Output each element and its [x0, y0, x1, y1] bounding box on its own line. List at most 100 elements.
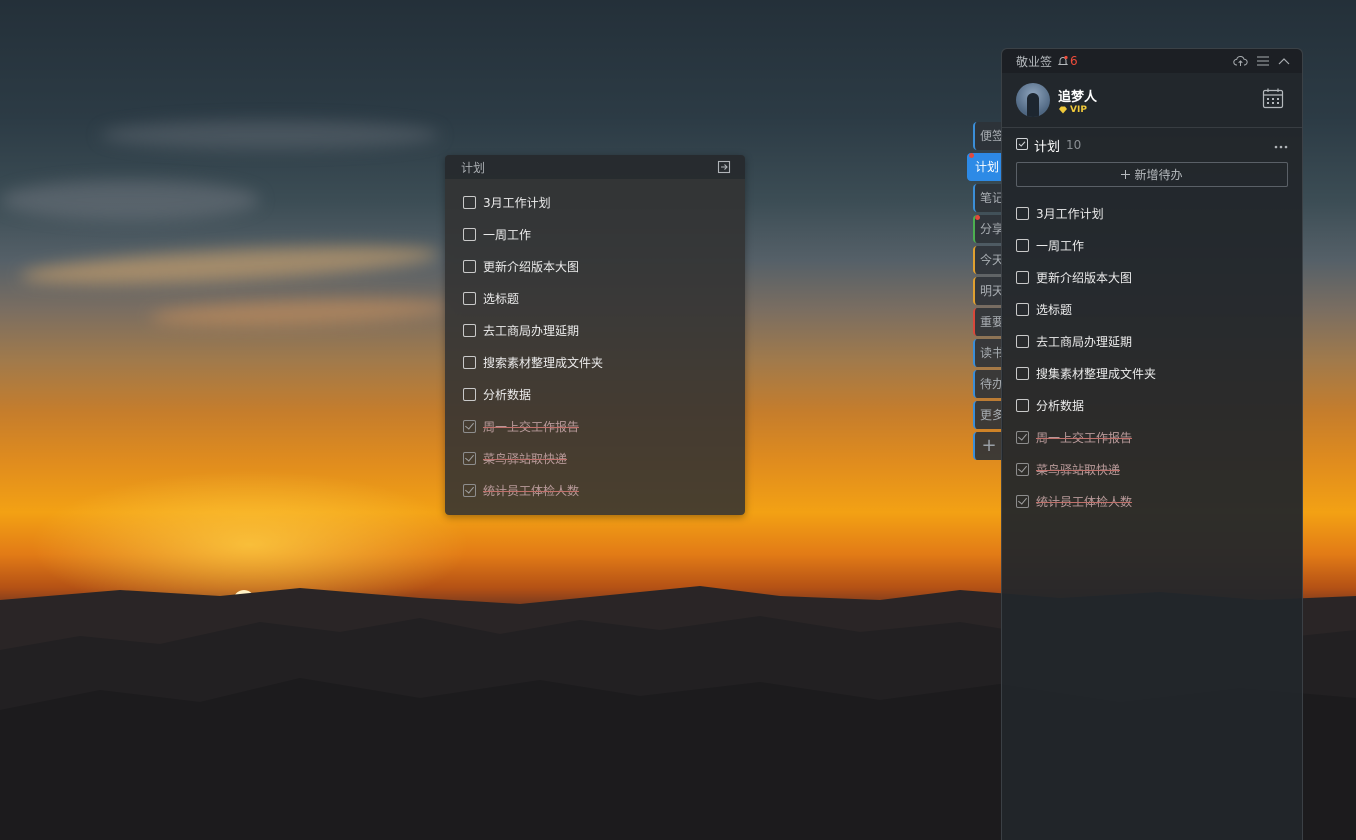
todo-text[interactable]: 选标题	[1036, 301, 1072, 318]
todo-item[interactable]: 3月工作计划	[445, 186, 745, 218]
tab-6[interactable]: 重要	[973, 308, 1003, 336]
todo-text[interactable]: 更新介绍版本大图	[483, 258, 579, 275]
todo-item[interactable]: 更新介绍版本大图	[1002, 261, 1302, 293]
tab-8[interactable]: 待办	[973, 370, 1003, 398]
todo-item[interactable]: 搜集素材整理成文件夹	[1002, 357, 1302, 389]
checkbox[interactable]	[1016, 398, 1029, 412]
bell-icon[interactable]	[1057, 55, 1069, 67]
add-todo-button[interactable]: 新增待办	[1016, 162, 1288, 187]
todo-text[interactable]: 3月工作计划	[1036, 205, 1104, 222]
checkbox[interactable]	[1016, 206, 1029, 220]
checkbox[interactable]	[463, 355, 476, 369]
more-options-icon[interactable]	[1274, 137, 1288, 153]
todo-item[interactable]: 统计员工体检人数	[1002, 485, 1302, 517]
checked-checkbox[interactable]	[1016, 462, 1029, 476]
todo-text[interactable]: 分析数据	[1036, 397, 1084, 414]
todo-text[interactable]: 周一上交工作报告	[483, 418, 579, 435]
todo-item[interactable]: 周一上交工作报告	[445, 410, 745, 442]
checkbox[interactable]	[463, 227, 476, 241]
checked-checkbox[interactable]	[463, 483, 476, 497]
tab-0[interactable]: 便签	[973, 122, 1003, 150]
todo-item[interactable]: 分析数据	[1002, 389, 1302, 421]
checked-checkbox[interactable]	[1016, 430, 1029, 444]
checkbox[interactable]	[1016, 270, 1029, 284]
checkbox[interactable]	[1016, 302, 1029, 316]
todo-text[interactable]: 搜索素材整理成文件夹	[483, 354, 603, 371]
tab-7[interactable]: 读书	[973, 339, 1003, 367]
notification-count[interactable]: 6	[1070, 54, 1078, 68]
panel-titlebar[interactable]: 敬业签 6	[1002, 49, 1302, 73]
checkbox[interactable]	[1016, 238, 1029, 252]
tab-3[interactable]: 分享	[973, 215, 1003, 243]
todo-item[interactable]: 选标题	[445, 282, 745, 314]
calendar-icon[interactable]	[1262, 87, 1284, 112]
user-name[interactable]: 追梦人	[1058, 86, 1097, 105]
todo-text[interactable]: 一周工作	[483, 226, 531, 243]
checked-checkbox[interactable]	[1016, 494, 1029, 508]
todo-item[interactable]: 分析数据	[445, 378, 745, 410]
avatar[interactable]	[1016, 83, 1050, 117]
todo-text[interactable]: 菜鸟驿站取快递	[1036, 461, 1120, 478]
checkbox[interactable]	[463, 195, 476, 209]
checkbox[interactable]	[463, 259, 476, 273]
todo-text[interactable]: 菜鸟驿站取快递	[483, 450, 567, 467]
todo-text[interactable]: 3月工作计划	[483, 194, 551, 211]
widget-header[interactable]: 计划	[445, 155, 745, 179]
category-tabs: 便签计划笔记分享今天明天重要读书待办更多 +	[967, 122, 1003, 463]
menu-icon[interactable]	[1257, 56, 1269, 66]
tab-4[interactable]: 今天	[973, 246, 1003, 274]
todo-item[interactable]: 周一上交工作报告	[1002, 421, 1302, 453]
todo-item[interactable]: 菜鸟驿站取快递	[1002, 453, 1302, 485]
tab-label: 计划	[975, 160, 1000, 174]
todo-text[interactable]: 选标题	[483, 290, 519, 307]
todo-text[interactable]: 去工商局办理延期	[1036, 333, 1132, 350]
todo-item[interactable]: 一周工作	[1002, 229, 1302, 261]
plan-widget[interactable]: 计划 3月工作计划 一周工作更新介绍版本大图 选标题去工商局办理延期搜索素材整理成文…	[445, 155, 745, 515]
tab-5[interactable]: 明天	[973, 277, 1003, 305]
todo-text[interactable]: 统计员工体检人数	[1036, 493, 1132, 510]
tab-1[interactable]: 计划	[967, 153, 1003, 181]
todo-item[interactable]: 统计员工体检人数	[445, 474, 745, 506]
tab-9[interactable]: 更多	[973, 401, 1003, 429]
todo-item[interactable]: 去工商局办理延期	[1002, 325, 1302, 357]
vip-badge[interactable]: VIP	[1058, 105, 1097, 115]
checkbox[interactable]	[463, 387, 476, 401]
checkbox[interactable]	[1016, 334, 1029, 348]
tab-label: 笔记	[980, 191, 1003, 205]
panel-todo-list: 3月工作计划 一周工作更新介绍版本大图 选标题去工商局办理延期搜集素材整理成文件夹分…	[1002, 187, 1302, 517]
todo-item[interactable]: 菜鸟驿站取快递	[445, 442, 745, 474]
todo-text[interactable]: 搜集素材整理成文件夹	[1036, 365, 1156, 382]
unread-dot	[969, 153, 974, 158]
todo-item[interactable]: 去工商局办理延期	[445, 314, 745, 346]
section-count: 10	[1066, 138, 1082, 152]
cloud	[100, 120, 440, 150]
tab-label: 重要	[980, 315, 1003, 329]
todo-item[interactable]: 搜索素材整理成文件夹	[445, 346, 745, 378]
todo-item[interactable]: 3月工作计划	[1002, 197, 1302, 229]
tab-10[interactable]: +	[973, 432, 1003, 460]
todo-text[interactable]: 一周工作	[1036, 237, 1084, 254]
tab-label: 便签	[980, 129, 1003, 143]
checkbox[interactable]	[1016, 366, 1029, 380]
collapse-chevron-icon[interactable]	[1278, 57, 1290, 65]
todo-item[interactable]: 选标题	[1002, 293, 1302, 325]
tab-label: +	[981, 435, 997, 456]
todo-text[interactable]: 更新介绍版本大图	[1036, 269, 1132, 286]
checkbox[interactable]	[463, 291, 476, 305]
todo-item[interactable]: 更新介绍版本大图	[445, 250, 745, 282]
todo-text[interactable]: 去工商局办理延期	[483, 322, 579, 339]
todo-text[interactable]: 统计员工体检人数	[483, 482, 579, 499]
todo-text[interactable]: 分析数据	[483, 386, 531, 403]
todo-text[interactable]: 周一上交工作报告	[1036, 429, 1132, 446]
user-row: 追梦人 VIP	[1002, 73, 1302, 128]
checked-checkbox[interactable]	[463, 419, 476, 433]
widget-todo-list: 3月工作计划 一周工作更新介绍版本大图 选标题去工商局办理延期搜索素材整理成文件夹分…	[445, 179, 745, 506]
todo-item[interactable]: 一周工作	[445, 218, 745, 250]
checkbox[interactable]	[463, 323, 476, 337]
exit-icon[interactable]	[717, 160, 731, 174]
main-panel: 敬业签 6 追梦人 VIP 计划 10 新增待办 3月工作计划 一周工作 更新介…	[1001, 48, 1303, 840]
tab-label: 明天	[980, 284, 1003, 298]
tab-2[interactable]: 笔记	[973, 184, 1003, 212]
cloud-sync-icon[interactable]	[1233, 55, 1248, 67]
checked-checkbox[interactable]	[463, 451, 476, 465]
